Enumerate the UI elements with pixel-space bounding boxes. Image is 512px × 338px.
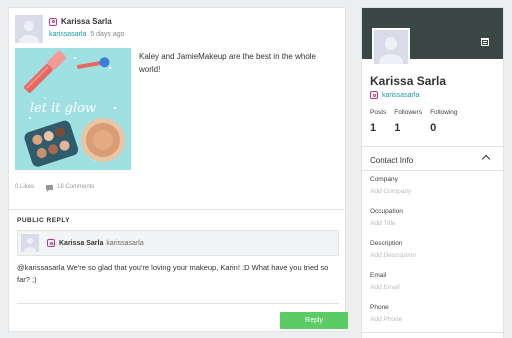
contact-info-title[interactable]: Contact Info xyxy=(370,156,413,165)
instagram-icon xyxy=(49,17,57,26)
following-stat: Following 0 xyxy=(430,109,457,134)
description-field: Description Add Description xyxy=(370,240,416,259)
reply-text-input[interactable]: @karissasarla We're so glad that you're … xyxy=(17,262,342,286)
post-card: Karissa Sarla karissasarla 5 days ago le… xyxy=(8,7,348,332)
field-label: Description xyxy=(370,240,403,247)
followers-stat: Followers 1 xyxy=(394,109,422,134)
phone-field: Phone Add Phone xyxy=(370,304,402,323)
divider xyxy=(9,209,345,210)
post-text: Kaley and JamieMakeup are the best in th… xyxy=(139,52,316,74)
divider xyxy=(17,303,339,304)
post-author-name[interactable]: Karissa Sarla xyxy=(61,17,112,26)
profile-handle-row: karissasarla xyxy=(370,91,419,99)
comment-icon xyxy=(46,184,54,192)
profile-stats: Posts 1 Followers 1 Following 0 xyxy=(370,109,466,134)
title-input[interactable]: Add Title xyxy=(370,220,403,227)
post-stats: 0 Likes 18 Comments xyxy=(15,184,94,192)
image-caption-text: let it glow xyxy=(30,101,96,116)
company-input[interactable]: Add Company xyxy=(370,188,411,195)
email-input[interactable]: Add Email xyxy=(370,284,400,291)
divider xyxy=(362,146,503,147)
reply-section-title: PUBLIC REPLY xyxy=(17,217,71,224)
stat-label: Following xyxy=(430,109,458,116)
post-image[interactable]: let it glow xyxy=(15,48,131,170)
stat-value: 1 xyxy=(394,122,401,134)
reply-author-handle: karissasarla xyxy=(106,239,144,247)
field-label: Phone xyxy=(370,304,389,311)
posts-stat: Posts 1 xyxy=(370,109,386,134)
field-label: Company xyxy=(370,176,398,183)
field-label: Occupation xyxy=(370,208,403,215)
post-header: Karissa Sarla karissasarla 5 days ago xyxy=(15,15,125,43)
stat-label: Followers xyxy=(394,109,423,116)
profile-panel: Karissa Sarla karissasarla Posts 1 Follo… xyxy=(361,7,504,338)
profile-avatar xyxy=(372,28,410,66)
stat-label: Posts xyxy=(370,109,387,116)
post-time: 5 days ago xyxy=(90,31,125,38)
occupation-field: Occupation Add Title xyxy=(370,208,403,227)
phone-input[interactable]: Add Phone xyxy=(370,316,402,323)
profile-handle[interactable]: karissasarla xyxy=(382,92,419,99)
reply-button[interactable]: Reply xyxy=(280,312,348,329)
reply-author-name: Karissa Sarla xyxy=(59,239,104,247)
stat-value: 0 xyxy=(430,122,437,134)
comments-count[interactable]: 18 Comments xyxy=(57,184,94,190)
divider xyxy=(362,332,503,333)
divider xyxy=(362,170,503,171)
profile-name: Karissa Sarla xyxy=(370,74,447,88)
instagram-icon xyxy=(370,91,378,99)
calendar-icon[interactable] xyxy=(481,38,489,46)
description-input[interactable]: Add Description xyxy=(370,252,416,259)
chevron-up-icon[interactable] xyxy=(481,154,491,164)
post-author-avatar[interactable] xyxy=(15,15,43,43)
stat-value: 1 xyxy=(370,122,377,134)
reply-author-avatar xyxy=(21,234,39,252)
post-author-handle[interactable]: karissasarla xyxy=(49,31,86,38)
field-label: Email xyxy=(370,272,387,279)
company-field: Company Add Company xyxy=(370,176,411,195)
likes-count[interactable]: 0 Likes xyxy=(15,184,34,190)
instagram-icon xyxy=(47,239,55,247)
email-field: Email Add Email xyxy=(370,272,400,291)
reply-author-bar: Karissa Sarla karissasarla xyxy=(17,230,339,256)
